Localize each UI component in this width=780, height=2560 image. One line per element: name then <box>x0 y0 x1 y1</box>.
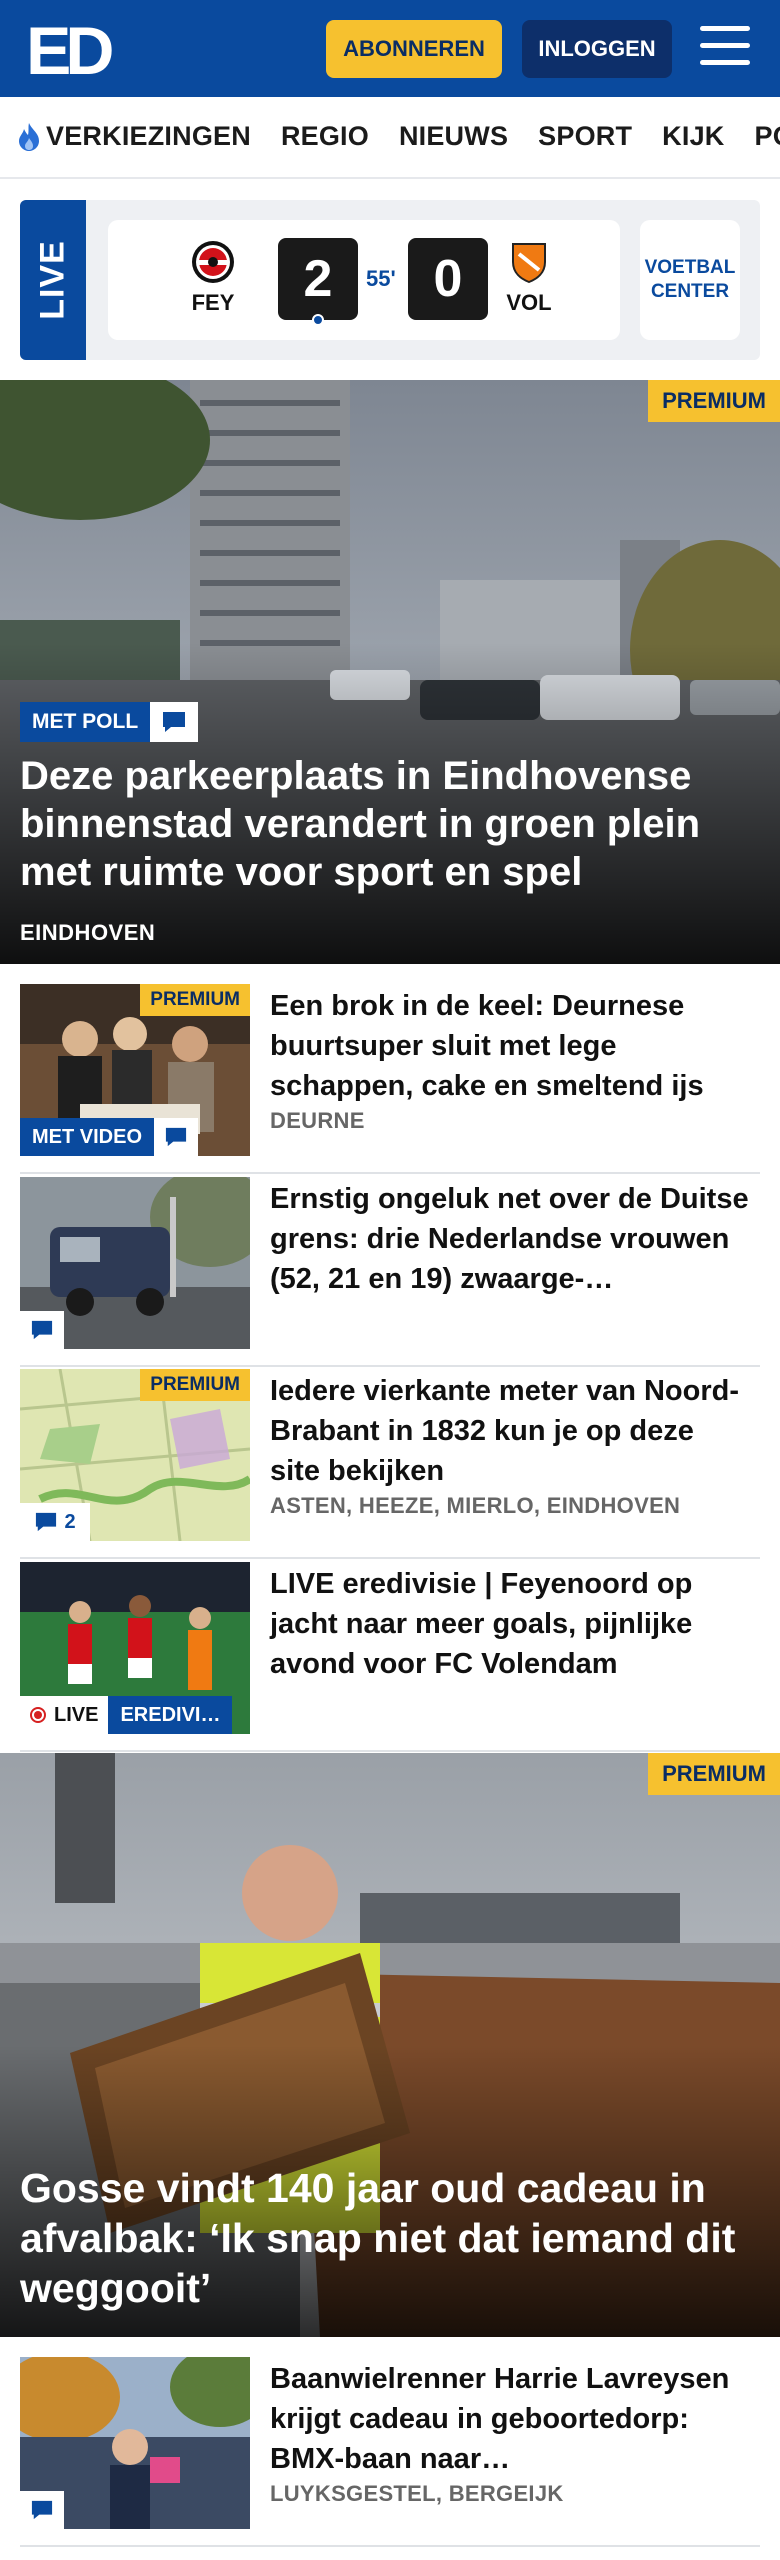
article-title[interactable]: Ernstig ongeluk net over de Duitse grens… <box>270 1179 750 1299</box>
comment-icon <box>36 1512 57 1532</box>
media-badge: MET VIDEO <box>20 1118 199 1156</box>
category-label: EREDIVI… <box>108 1696 233 1734</box>
list-item[interactable]: PREMIUM 2 Iedere vierkante meter van Noo… <box>20 1369 760 1559</box>
live-dot-icon <box>30 1707 46 1723</box>
article-location: LUYKSGESTEL, BERGEIJK <box>270 2481 564 2506</box>
hero-article-parking[interactable]: PREMIUM MET POLL Deze parkeerplaats in E… <box>0 380 780 964</box>
site-header: ED ABONNEREN INLOGGEN <box>0 0 780 97</box>
list-item[interactable]: LIVE EREDIVI… LIVE eredivisie | Feyenoor… <box>20 1562 760 1752</box>
article-location: DEURNE <box>270 1108 365 1133</box>
nav-item-verkiezingen[interactable]: VERKIEZINGEN <box>16 121 251 152</box>
nav-item-regio[interactable]: REGIO <box>281 121 369 152</box>
home-team: FEY <box>178 240 248 316</box>
hero-title[interactable]: Gosse vindt 140 jaar oud cadeau in afval… <box>20 2163 760 2313</box>
article-thumbnail <box>20 1177 250 1349</box>
premium-badge: PREMIUM <box>140 984 250 1016</box>
media-badge <box>20 1311 64 1349</box>
poll-badge: MET POLL <box>20 702 199 742</box>
hero-title[interactable]: Deze parkeerplaats in Eindhovense binnen… <box>20 752 760 896</box>
nav-item-kijk[interactable]: KIJK <box>662 121 724 152</box>
list-item[interactable]: PREMIUM MET VIDEO Een brok in de keel: D… <box>20 984 760 1174</box>
away-team: VOL <box>494 240 564 316</box>
premium-badge: PREMIUM <box>140 1369 250 1401</box>
article-title[interactable]: Iedere vierkante meter van Noord-Brabant… <box>270 1371 750 1491</box>
match-card[interactable]: FEY 2 55' 0 VOL <box>108 220 620 340</box>
media-badge <box>20 2491 64 2529</box>
volendam-crest-icon <box>512 243 546 284</box>
score-indicator-dot <box>312 314 324 326</box>
article-thumbnail <box>20 2357 250 2529</box>
feyenoord-crest-icon <box>192 241 234 283</box>
away-score: 0 <box>408 238 488 320</box>
hero-location: EINDHOVEN <box>20 920 156 945</box>
match-minute: 55' <box>366 266 396 291</box>
comment-count: 2 <box>20 1503 90 1541</box>
login-button[interactable]: INLOGGEN <box>522 20 672 78</box>
article-title[interactable]: LIVE eredivisie | Feyenoord op jacht naa… <box>270 1564 750 1684</box>
article-title[interactable]: Baanwielrenner Harrie Lavreysen krijgt c… <box>270 2359 750 2479</box>
hero-article-gosse[interactable]: PREMIUM Gosse vindt 140 jaar oud cadeau … <box>0 1753 780 2337</box>
live-tab: LIVE <box>20 200 86 360</box>
article-thumbnail: LIVE EREDIVI… <box>20 1562 250 1734</box>
article-thumbnail: PREMIUM 2 <box>20 1369 250 1541</box>
nav-item-sport[interactable]: SPORT <box>538 121 632 152</box>
list-item[interactable]: Baanwielrenner Harrie Lavreysen krijgt c… <box>20 2357 760 2547</box>
comments-badge: 2 <box>20 1503 90 1541</box>
voetbal-center-link[interactable]: VOETBAL CENTER <box>640 220 740 340</box>
comment-icon <box>20 1311 64 1349</box>
live-category-badge: LIVE EREDIVI… <box>20 1696 233 1734</box>
list-item[interactable]: Ernstig ongeluk net over de Duitse grens… <box>20 1177 760 1367</box>
section-nav: VERKIEZINGEN REGIO NIEUWS SPORT KIJK POD… <box>0 97 780 179</box>
live-indicator: LIVE <box>20 1696 109 1734</box>
ed-logo[interactable]: ED <box>26 13 118 89</box>
premium-badge: PREMIUM <box>648 380 780 422</box>
live-score-widget: LIVE FEY 2 55' 0 VOL VOETBAL CENTER <box>20 200 760 360</box>
comment-icon <box>150 702 199 742</box>
flame-icon <box>19 122 39 151</box>
nav-label: VERKIEZINGEN <box>46 121 251 151</box>
svg-text:ED: ED <box>26 18 112 82</box>
nav-item-podcast[interactable]: PODCAST <box>755 121 780 152</box>
comment-icon <box>154 1118 199 1156</box>
article-thumbnail: PREMIUM MET VIDEO <box>20 984 250 1156</box>
comment-icon <box>20 2491 64 2529</box>
hamburger-menu-icon[interactable] <box>700 26 752 70</box>
article-title[interactable]: Een brok in de keel: Deurnese buurtsuper… <box>270 986 750 1106</box>
nav-item-nieuws[interactable]: NIEUWS <box>399 121 508 152</box>
home-score: 2 <box>278 238 358 320</box>
premium-badge: PREMIUM <box>648 1753 780 1795</box>
article-location: ASTEN, HEEZE, MIERLO, EINDHOVEN <box>270 1493 681 1518</box>
subscribe-button[interactable]: ABONNEREN <box>326 20 502 78</box>
